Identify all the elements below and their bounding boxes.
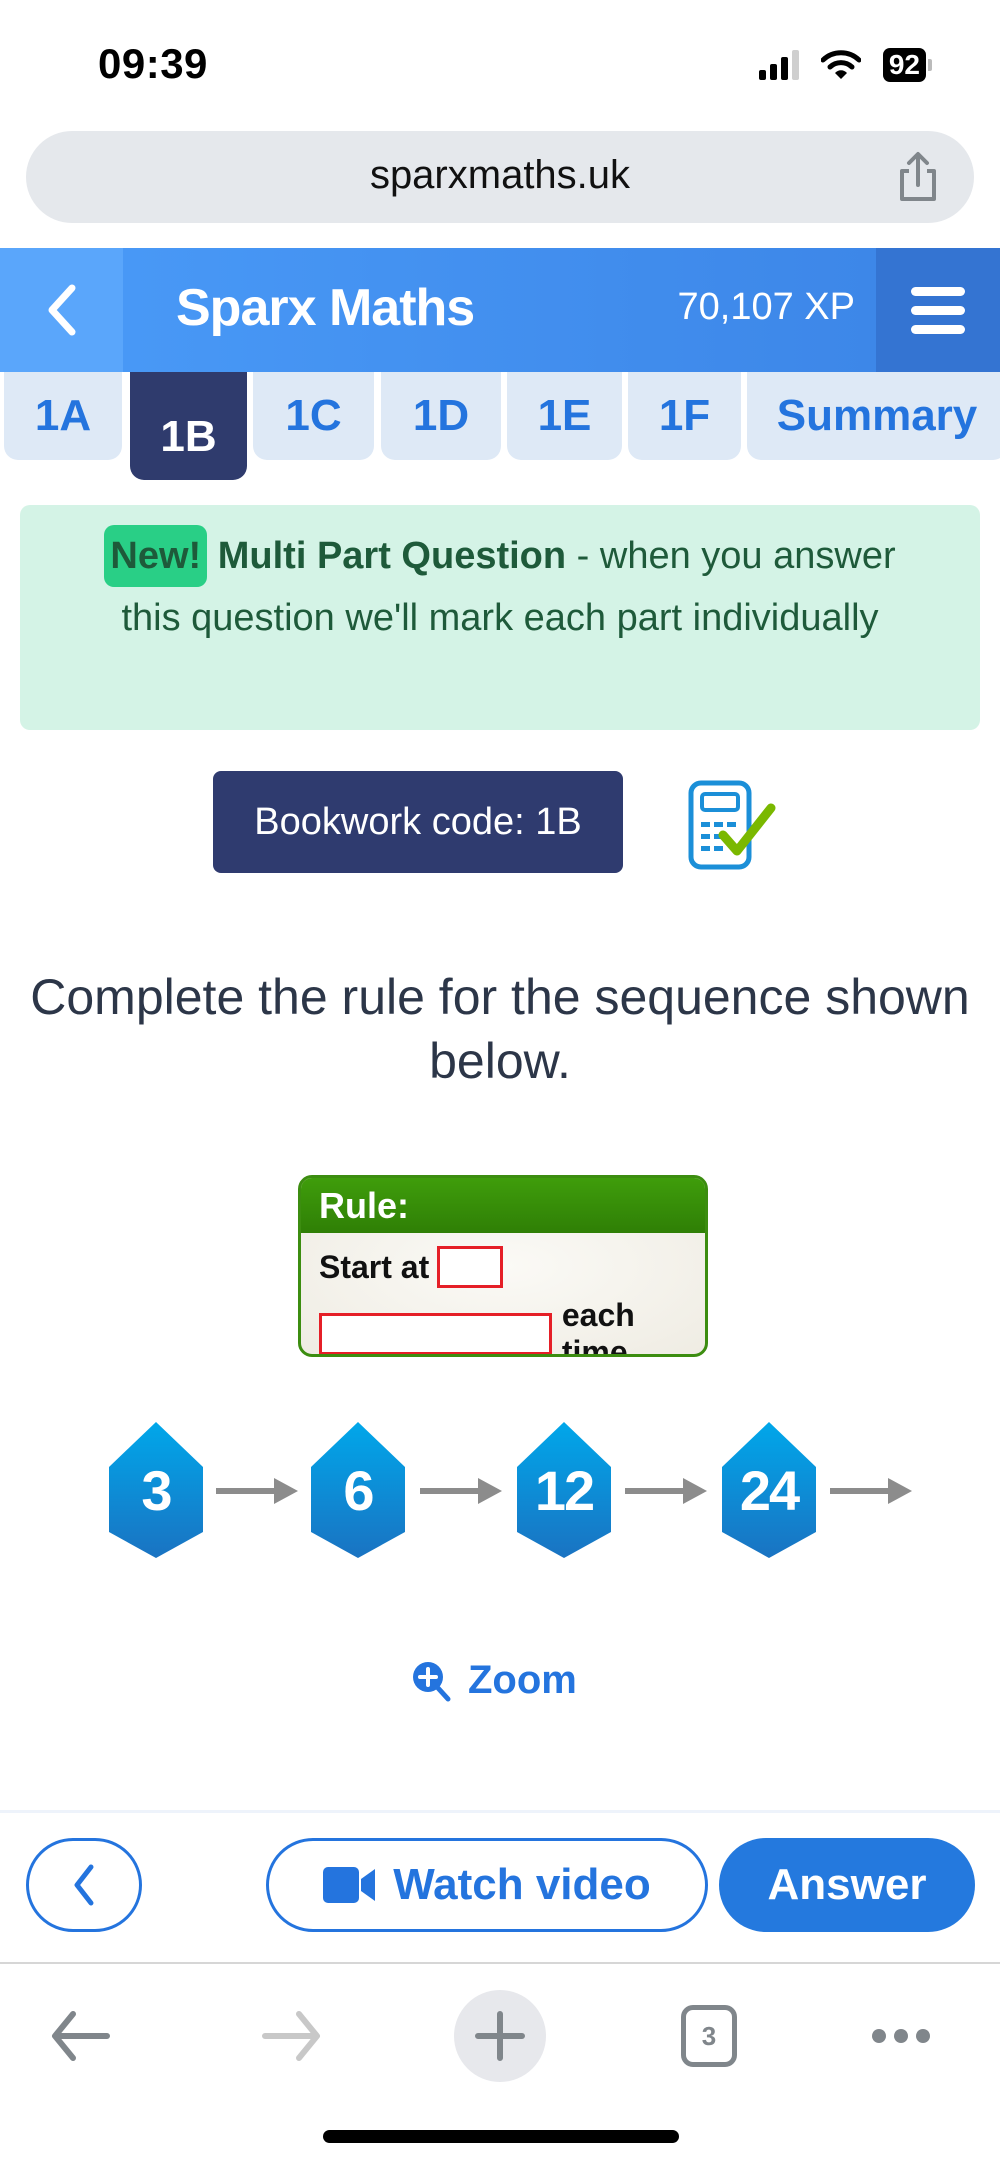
video-camera-icon [323, 1867, 376, 1903]
arrow-right-icon [420, 1478, 502, 1504]
tab-label: 1E [537, 391, 592, 440]
tab-1a[interactable]: 1A [4, 372, 122, 460]
question-text: Complete the rule for the sequence shown… [30, 969, 970, 1089]
watch-video-button[interactable]: Watch video [266, 1838, 708, 1932]
tab-1c[interactable]: 1C [253, 372, 374, 460]
tab-label: 1C [285, 391, 342, 440]
browser-back-button[interactable] [36, 1988, 126, 2084]
battery-icon: 92 [882, 48, 932, 82]
banner-title: Multi Part Question [217, 535, 567, 577]
sequence-term: 12 [515, 1420, 613, 1560]
arrow-right-icon [830, 1478, 912, 1504]
term-value: 3 [141, 1458, 172, 1522]
term-value: 12 [534, 1458, 595, 1522]
zoom-label: Zoom [468, 1658, 577, 1702]
tab-label: 1F [658, 391, 711, 440]
rule-card: Rule: Start at each time [298, 1175, 708, 1357]
number-sequence: 3 6 12 24 [0, 1420, 1000, 1560]
start-at-label: Start at [319, 1248, 430, 1285]
new-badge: New! [104, 525, 208, 587]
app-title: Sparx Maths [176, 279, 475, 337]
share-icon[interactable] [896, 151, 940, 203]
tab-label: 1D [412, 391, 470, 440]
task-tabs: 1A 1B 1C 1D 1E 1F Summary [0, 372, 1000, 482]
wifi-icon [820, 50, 861, 79]
rule-step-line: each time [319, 1297, 705, 1357]
start-value-box [437, 1246, 504, 1288]
multi-part-banner: New! Multi Part Question - when you answ… [20, 505, 980, 730]
xp-counter: 70,107 XP [677, 286, 855, 328]
calculator-allowed-icon [688, 780, 776, 870]
step-value-box [319, 1313, 552, 1354]
arrow-right-icon [262, 2011, 320, 2061]
rule-heading: Rule: [301, 1178, 705, 1233]
tabs-button[interactable]: 3 [664, 1988, 754, 2084]
sequence-term: 6 [309, 1420, 407, 1560]
term-value: 24 [739, 1458, 800, 1522]
address-bar[interactable]: sparxmaths.uk [26, 131, 974, 223]
plus-icon [475, 2011, 525, 2061]
tab-count: 3 [681, 2005, 737, 2067]
ellipsis-icon [872, 2029, 930, 2043]
sequence-term: 24 [720, 1420, 818, 1560]
answer-button[interactable]: Answer [719, 1838, 975, 1932]
bookwork-code: Bookwork code: 1B [213, 771, 623, 873]
term-value: 6 [343, 1458, 374, 1522]
app-header: Sparx Maths 70,107 XP [0, 248, 1000, 372]
more-button[interactable] [856, 1988, 946, 2084]
browser-forward-button[interactable] [246, 1988, 336, 2084]
tab-1d[interactable]: 1D [381, 372, 501, 460]
bookwork-code-label: Bookwork code: 1B [254, 800, 582, 843]
watch-video-label: Watch video [393, 1860, 651, 1909]
zoom-button[interactable]: Zoom [410, 1658, 577, 1703]
answer-label: Answer [767, 1860, 927, 1909]
tab-label: Summary [776, 391, 978, 440]
status-bar: 09:39 92 [0, 0, 1000, 130]
browser-toolbar: 3 [0, 1962, 1000, 2112]
status-icons: 92 [758, 48, 932, 82]
arrow-right-icon [625, 1478, 707, 1504]
each-time-label: each time [561, 1297, 635, 1357]
tab-summary[interactable]: Summary [747, 372, 1000, 460]
tab-label: 1A [34, 391, 92, 440]
chevron-left-icon [74, 1864, 94, 1906]
chevron-left-icon [48, 284, 75, 336]
signal-icon [758, 50, 799, 80]
arrow-left-icon [52, 2011, 110, 2061]
tab-label: 1B [160, 412, 217, 461]
sequence-term: 3 [107, 1420, 205, 1560]
tab-1f[interactable]: 1F [628, 372, 741, 460]
rule-start-line: Start at [319, 1246, 504, 1288]
arrow-right-icon [216, 1478, 298, 1504]
new-tab-button[interactable] [454, 1990, 546, 2082]
battery-level: 92 [882, 48, 926, 82]
previous-button[interactable] [26, 1838, 142, 1932]
status-time: 09:39 [98, 40, 208, 87]
divider [0, 1810, 1000, 1813]
url-text[interactable]: sparxmaths.uk [26, 153, 974, 198]
header-back-button[interactable] [0, 248, 123, 372]
tab-1e[interactable]: 1E [507, 372, 622, 460]
tab-1b[interactable]: 1B [130, 372, 247, 480]
hamburger-menu-icon[interactable] [876, 248, 1000, 372]
home-indicator[interactable] [323, 2130, 679, 2143]
zoom-in-icon [413, 1661, 451, 1701]
